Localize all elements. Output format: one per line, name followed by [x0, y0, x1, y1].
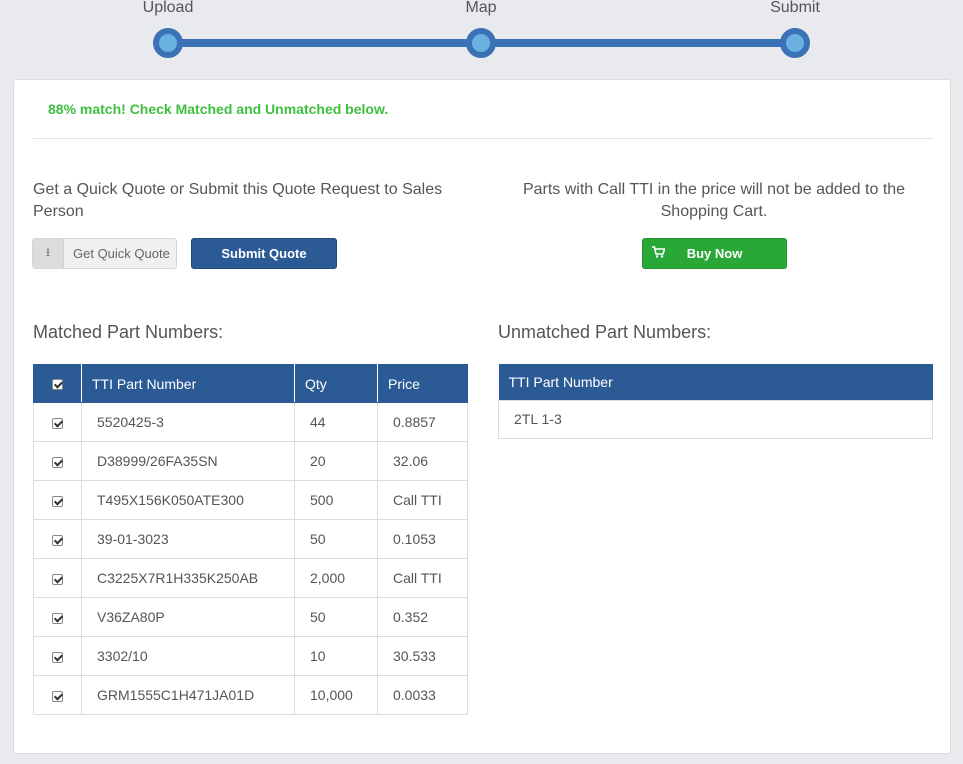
submit-quote-button[interactable]: Submit Quote: [191, 238, 337, 269]
table-row: V36ZA80P 50 0.352: [33, 597, 468, 637]
part-number-cell: T495X156K050ATE300: [81, 480, 295, 520]
header-price: Price: [377, 364, 468, 403]
price-cell: 0.1053: [377, 519, 468, 559]
progress-stepper: Upload Map Submit: [0, 0, 963, 70]
table-row: 3302/10 10 30.533: [33, 636, 468, 676]
unmatched-header-part-number: TTI Part Number: [498, 364, 933, 400]
matched-parts-table: TTI Part Number Qty Price 5520425-3 44 0.8…: [33, 364, 468, 715]
step-dot-submit[interactable]: [780, 28, 810, 58]
qty-cell: 20: [294, 441, 378, 481]
unmatched-parts-table: TTI Part Number 2TL 1-3: [498, 364, 933, 439]
table-row: D38999/26FA35SN 20 32.06: [33, 441, 468, 481]
download-icon: ⭳: [33, 239, 64, 268]
qty-cell: 50: [294, 519, 378, 559]
cart-notice: Parts with Call TTI in the price will no…: [522, 181, 906, 220]
part-number-cell: C3225X7R1H335K250AB: [81, 558, 295, 598]
row-checkbox-cell[interactable]: [33, 441, 82, 481]
buy-now-label: Buy Now: [686, 246, 743, 261]
table-row: GRM1555C1H471JA01D 10,000 0.0033: [33, 675, 468, 715]
step-label-submit: Submit: [770, 0, 820, 16]
header-qty: Qty: [294, 364, 378, 403]
buy-now-button[interactable]: Buy Now: [642, 238, 787, 269]
price-cell: 32.06: [377, 441, 468, 481]
step-label-upload: Upload: [142, 0, 194, 16]
table-row: 39-01-3023 50 0.1053: [33, 519, 468, 559]
price-cell: 0.8857: [377, 402, 468, 442]
table-row: 5520425-3 44 0.8857: [33, 402, 468, 442]
row-checkbox-cell[interactable]: [33, 402, 82, 442]
step-dot-map[interactable]: [466, 28, 496, 58]
header-part-number: TTI Part Number: [81, 364, 295, 403]
row-checkbox[interactable]: [52, 456, 63, 468]
row-checkbox[interactable]: [52, 690, 63, 702]
part-number-cell: V36ZA80P: [81, 597, 295, 637]
get-quick-quote-label: Get Quick Quote: [73, 246, 170, 261]
row-checkbox-cell[interactable]: [33, 519, 82, 559]
price-cell: 30.533: [377, 636, 468, 676]
row-checkbox[interactable]: [52, 573, 63, 585]
results-panel: 88% match! Check Matched and Unmatched b…: [13, 79, 951, 754]
matched-title: Matched Part Numbers:: [33, 322, 224, 342]
table-row: T495X156K050ATE300 500 Call TTI: [33, 480, 468, 520]
row-checkbox-cell[interactable]: [33, 675, 82, 715]
table-row: C3225X7R1H335K250AB 2,000 Call TTI: [33, 558, 468, 598]
qty-cell: 500: [294, 480, 378, 520]
part-number-cell: GRM1555C1H471JA01D: [81, 675, 295, 715]
row-checkbox[interactable]: [52, 651, 63, 663]
part-number-cell: 39-01-3023: [81, 519, 295, 559]
row-checkbox-cell[interactable]: [33, 636, 82, 676]
match-message: 88% match! Check Matched and Unmatched b…: [48, 101, 389, 117]
row-checkbox[interactable]: [52, 534, 63, 546]
price-cell: 0.0033: [377, 675, 468, 715]
unmatched-title: Unmatched Part Numbers:: [498, 322, 712, 342]
qty-cell: 44: [294, 402, 378, 442]
part-number-cell: D38999/26FA35SN: [81, 441, 295, 481]
row-checkbox-cell[interactable]: [33, 558, 82, 598]
step-dot-upload[interactable]: [153, 28, 183, 58]
row-checkbox[interactable]: [52, 612, 63, 624]
select-all-checkbox[interactable]: [52, 379, 63, 391]
select-all-header[interactable]: [33, 364, 82, 403]
price-cell: 0.352: [377, 597, 468, 637]
price-cell[interactable]: Call TTI: [377, 558, 468, 598]
part-number-cell: 5520425-3: [81, 402, 295, 442]
price-cell[interactable]: Call TTI: [377, 480, 468, 520]
part-number-cell: 3302/10: [81, 636, 295, 676]
qty-cell: 10,000: [294, 675, 378, 715]
qty-cell: 2,000: [294, 558, 378, 598]
quote-instructions: Get a Quick Quote or Submit this Quote R…: [33, 181, 443, 220]
qty-cell: 50: [294, 597, 378, 637]
row-checkbox[interactable]: [52, 417, 63, 429]
get-quick-quote-button[interactable]: ⭳ Get Quick Quote: [32, 238, 177, 269]
row-checkbox-cell[interactable]: [33, 597, 82, 637]
unmatched-header-row: TTI Part Number: [498, 364, 933, 400]
divider: [33, 138, 933, 139]
row-checkbox[interactable]: [52, 495, 63, 507]
qty-cell: 10: [294, 636, 378, 676]
unmatched-part-cell: 2TL 1-3: [498, 399, 933, 439]
matched-header-row: TTI Part Number Qty Price: [33, 364, 468, 403]
step-label-map: Map: [465, 0, 497, 16]
table-row: 2TL 1-3: [498, 399, 933, 439]
row-checkbox-cell[interactable]: [33, 480, 82, 520]
